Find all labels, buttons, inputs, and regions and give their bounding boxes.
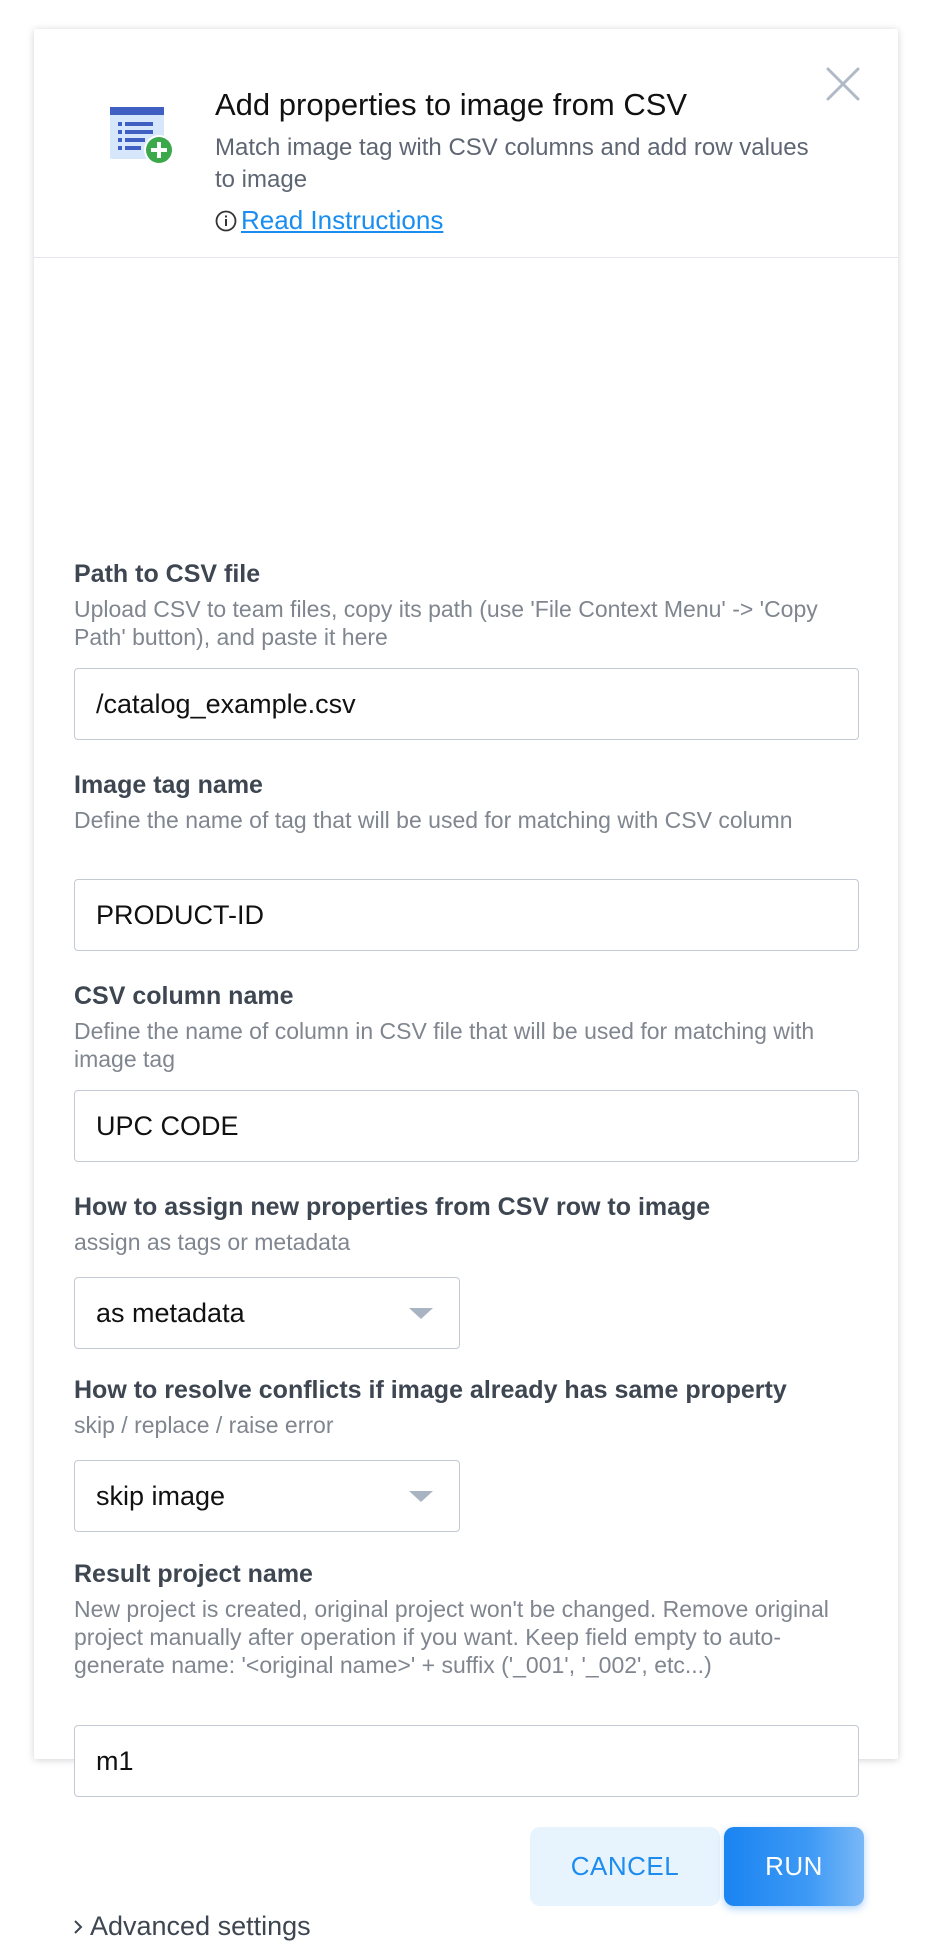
- cancel-button[interactable]: CANCEL: [530, 1827, 720, 1906]
- csv-column-input[interactable]: UPC CODE: [74, 1090, 859, 1162]
- dialog-title: Add properties to image from CSV: [215, 87, 688, 122]
- image-tag-label: Image tag name: [74, 771, 263, 799]
- chevron-right-icon: [74, 1919, 83, 1934]
- read-instructions-label: Read Instructions: [241, 205, 444, 235]
- table-add-icon: [110, 107, 174, 165]
- info-icon: [215, 210, 237, 231]
- image-tag-description: Define the name of tag that will be used…: [74, 807, 793, 833]
- csv-column-label: CSV column name: [74, 982, 294, 1010]
- image-tag-input[interactable]: PRODUCT-ID: [74, 879, 859, 951]
- assign-mode-description: assign as tags or metadata: [74, 1229, 351, 1255]
- result-project-label: Result project name: [74, 1560, 313, 1588]
- assign-mode-value: as metadata: [96, 1297, 245, 1328]
- csv-path-label: Path to CSV file: [74, 560, 261, 588]
- dialog-header: Add properties to image from CSV Match i…: [34, 29, 898, 258]
- result-project-input[interactable]: m1: [74, 1725, 859, 1797]
- advanced-settings-toggle[interactable]: Advanced settings: [72, 1911, 311, 1942]
- csv-path-description: Upload CSV to team files, copy its path …: [74, 596, 818, 650]
- csv-path-input[interactable]: /catalog_example.csv: [74, 668, 859, 740]
- chevron-down-icon: [409, 1308, 433, 1319]
- conflict-mode-label: How to resolve conflicts if image alread…: [74, 1376, 787, 1404]
- assign-mode-select[interactable]: as metadata: [74, 1277, 460, 1349]
- csv-column-description: Define the name of column in CSV file th…: [74, 1018, 815, 1072]
- conflict-mode-description: skip / replace / raise error: [74, 1412, 334, 1438]
- read-instructions-link[interactable]: Read Instructions: [215, 205, 443, 236]
- result-project-description: New project is created, original project…: [74, 1596, 829, 1678]
- add-properties-dialog: Add properties to image from CSV Match i…: [34, 29, 898, 1941]
- dialog-subtitle: Match image tag with CSV columns and add…: [215, 134, 809, 193]
- advanced-settings-label: Advanced settings: [90, 1911, 311, 1941]
- chevron-down-icon: [409, 1491, 433, 1502]
- conflict-mode-select[interactable]: skip image: [74, 1460, 460, 1532]
- close-icon[interactable]: [824, 65, 862, 103]
- assign-mode-label: How to assign new properties from CSV ro…: [74, 1193, 711, 1221]
- conflict-mode-value: skip image: [96, 1480, 226, 1511]
- run-button[interactable]: RUN: [724, 1827, 864, 1906]
